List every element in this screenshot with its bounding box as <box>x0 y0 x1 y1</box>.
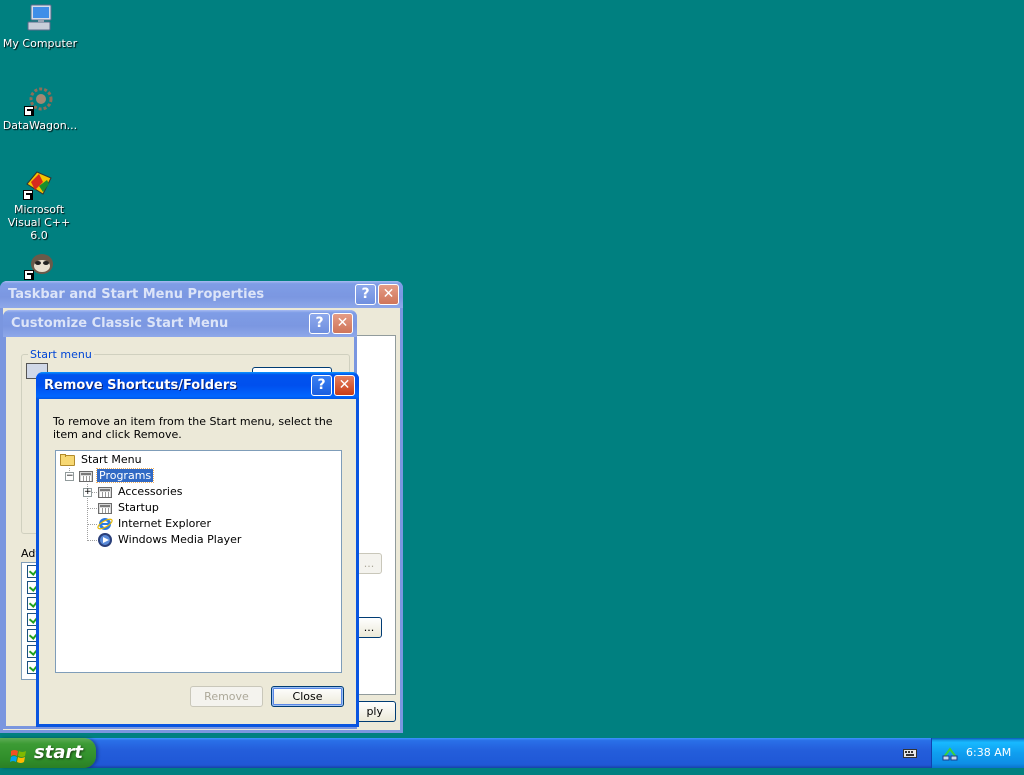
system-tray: 6:38 AM <box>931 738 1024 768</box>
window-title: Remove Shortcuts/Folders <box>44 378 237 393</box>
help-button[interactable]: ? <box>309 313 330 334</box>
tree-node-start-menu[interactable]: Start Menu <box>60 452 144 468</box>
remove-button[interactable]: Remove <box>190 686 263 707</box>
desktop-icon-datawagon[interactable]: DataWagon... <box>0 84 80 132</box>
tree-node-label: Startup <box>118 501 159 514</box>
expand-icon[interactable]: + <box>83 488 92 497</box>
tree-node-accessories[interactable]: Accessories <box>97 484 184 500</box>
start-button[interactable]: start <box>0 738 96 768</box>
media-player-icon <box>97 532 113 548</box>
close-dialog-button[interactable]: Close <box>271 686 344 707</box>
start-menu-tree[interactable]: Start Menu − Programs + Accessories Star… <box>55 450 342 673</box>
datawagon-icon <box>24 84 56 116</box>
groupbox-legend: Start menu <box>28 348 94 361</box>
desktop-icon-visual-cpp[interactable]: Microsoft Visual C++ 6.0 <box>0 168 79 242</box>
tree-node-label: Accessories <box>118 485 183 498</box>
program-group-icon <box>97 501 113 515</box>
my-computer-icon <box>24 2 56 34</box>
desktop-icon-raccoon-app[interactable] <box>0 248 80 283</box>
close-button[interactable]: ✕ <box>334 375 355 396</box>
close-button[interactable]: ✕ <box>378 284 399 305</box>
tree-line <box>87 524 97 525</box>
tree-node-internet-explorer[interactable]: Internet Explorer <box>97 516 213 532</box>
desktop-icon-my-computer[interactable]: My Computer <box>0 2 80 50</box>
program-group-icon <box>97 485 113 499</box>
desktop-icon-label: Microsoft Visual C++ 6.0 <box>7 203 71 242</box>
internet-explorer-icon <box>97 516 113 532</box>
window-title: Taskbar and Start Menu Properties <box>8 287 265 302</box>
tree-node-label: Start Menu <box>81 453 142 466</box>
customize-titlebar[interactable]: Customize Classic Start Menu ? ✕ <box>3 310 357 337</box>
tree-node-windows-media-player[interactable]: Windows Media Player <box>97 532 243 548</box>
windows-logo-icon <box>10 745 28 763</box>
tab-page-panel <box>357 335 396 695</box>
tree-line <box>87 540 97 541</box>
tree-node-startup[interactable]: Startup <box>97 500 161 516</box>
desktop-icon-label: My Computer <box>2 37 78 50</box>
raccoon-app-icon <box>24 248 56 280</box>
window-title: Customize Classic Start Menu <box>11 316 229 331</box>
instructions-text: To remove an item from the Start menu, s… <box>53 415 333 441</box>
remove-dialog-titlebar[interactable]: Remove Shortcuts/Folders ? ✕ <box>36 372 359 399</box>
ellipsis-button[interactable]: ... <box>356 553 382 574</box>
help-button[interactable]: ? <box>311 375 332 396</box>
tree-line <box>87 508 97 509</box>
clock[interactable]: 6:38 AM <box>966 746 1011 759</box>
keyboard-icon[interactable] <box>903 747 917 759</box>
desktop-icon-label: DataWagon... <box>2 119 78 132</box>
program-group-icon <box>78 469 94 483</box>
tree-node-label: Internet Explorer <box>118 517 211 530</box>
tree-node-programs[interactable]: Programs <box>78 468 155 484</box>
taskbar-properties-titlebar[interactable]: Taskbar and Start Menu Properties ? ✕ <box>0 281 403 308</box>
help-button[interactable]: ? <box>355 284 376 305</box>
collapse-icon[interactable]: − <box>65 472 74 481</box>
apply-button[interactable]: ply <box>356 701 396 722</box>
close-button[interactable]: ✕ <box>332 313 353 334</box>
folder-icon <box>60 454 76 466</box>
remove-shortcuts-dialog: Remove Shortcuts/Folders ? ✕ To remove a… <box>36 372 359 727</box>
taskbar: start 6:38 AM <box>0 738 1024 768</box>
shortcut-arrow-icon <box>24 106 34 116</box>
tree-node-label: Programs <box>95 468 155 483</box>
visual-cpp-icon <box>23 168 55 200</box>
shortcut-arrow-icon <box>23 190 33 200</box>
start-label: start <box>34 742 83 763</box>
tree-node-label: Windows Media Player <box>118 533 242 546</box>
network-icon[interactable] <box>942 745 958 761</box>
ellipsis-button[interactable]: ... <box>356 617 382 638</box>
shortcut-arrow-icon <box>24 270 34 280</box>
